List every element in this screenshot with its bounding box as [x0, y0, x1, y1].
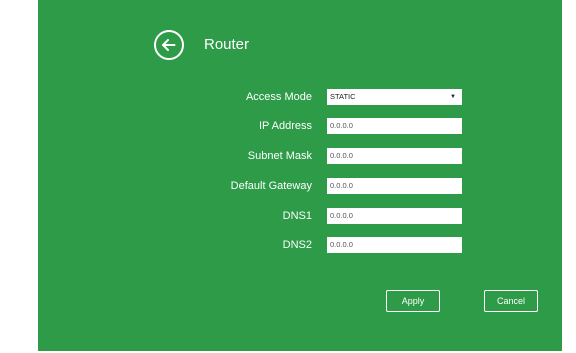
ip-address-label: IP Address [259, 120, 312, 132]
ip-address-input[interactable] [327, 118, 462, 134]
access-mode-value: STATIC [330, 92, 356, 101]
subnet-mask-input[interactable] [327, 148, 462, 164]
dns1-row: DNS1 [38, 208, 562, 224]
dns1-label: DNS1 [282, 210, 312, 222]
dns2-row: DNS2 [38, 237, 562, 253]
dns1-input[interactable] [327, 208, 462, 224]
back-arrow-icon [162, 39, 176, 51]
apply-button[interactable]: Apply [386, 290, 440, 312]
dropdown-caret-icon: ▼ [450, 94, 456, 100]
default-gateway-label: Default Gateway [230, 180, 312, 192]
subnet-mask-row: Subnet Mask [38, 148, 562, 164]
access-mode-label: Access Mode [245, 91, 312, 103]
access-mode-select[interactable]: STATIC ▼ [327, 89, 462, 105]
dns2-input[interactable] [327, 237, 462, 253]
page-title: Router [204, 36, 250, 53]
back-button[interactable] [154, 30, 184, 60]
cancel-button[interactable]: Cancel [484, 290, 538, 312]
ip-address-row: IP Address [38, 118, 562, 134]
access-mode-row: Access Mode STATIC ▼ [38, 89, 562, 105]
dns2-label: DNS2 [282, 239, 312, 251]
default-gateway-row: Default Gateway [38, 178, 562, 194]
default-gateway-input[interactable] [327, 178, 462, 194]
subnet-mask-label: Subnet Mask [247, 150, 312, 162]
router-settings-panel: Router Access Mode STATIC ▼ IP Address S… [38, 0, 562, 351]
